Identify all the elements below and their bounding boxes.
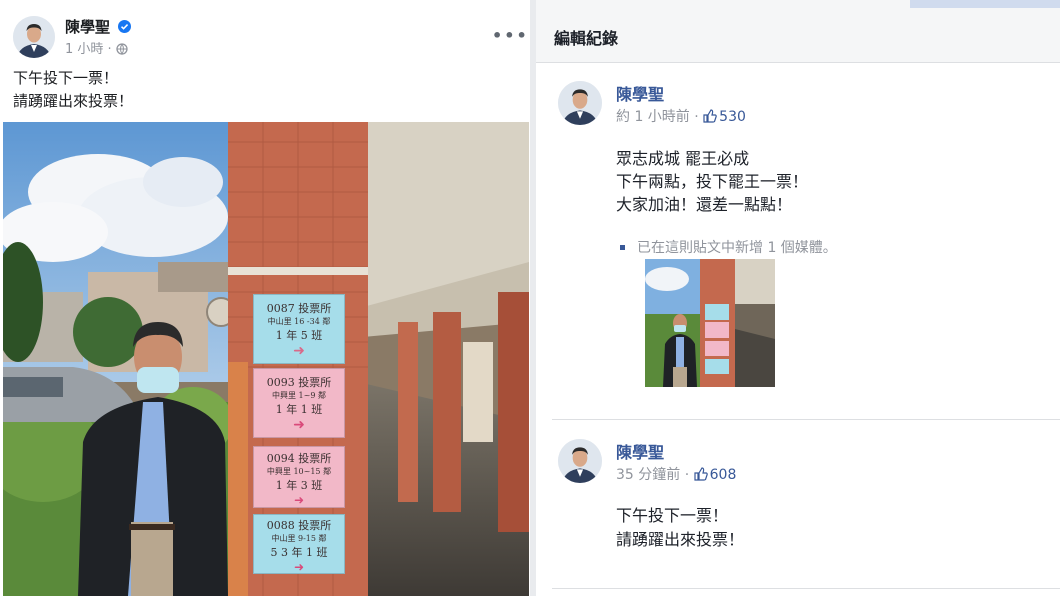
polling-sign: 0093 投票所 中興里 1~9 鄰 1 年 1 班 ➜	[253, 368, 345, 438]
media-thumbnail-scene	[645, 259, 775, 387]
globe-icon	[116, 43, 128, 59]
bullet-icon	[620, 245, 625, 250]
media-thumbnail[interactable]	[645, 259, 775, 387]
sign-line: 0088 投票所	[266, 519, 332, 532]
like-thumb-icon	[694, 467, 708, 481]
like-count[interactable]: 530	[719, 109, 746, 125]
entry-text-line: 下午投下一票！	[616, 506, 729, 525]
post-timestamp[interactable]: 1 小時	[65, 42, 103, 57]
post-text-line: 請踴躍出來投票！	[13, 92, 134, 110]
post-photo[interactable]: 0087 投票所 中山里 16 -34 鄰 1 年 5 班 ➜ 0093 投票所…	[3, 122, 529, 596]
entry-divider	[552, 588, 1060, 589]
like-thumb-icon	[703, 109, 717, 123]
like-count[interactable]: 608	[710, 467, 737, 483]
sign-line: 0087 投票所	[266, 302, 332, 315]
polling-sign: 0088 投票所 中山里 9-15 鄰 5 3 年 1 班 ➜	[253, 514, 345, 574]
sign-line: 1 年 1 班	[275, 403, 323, 416]
sign-line: 5 3 年 1 班	[270, 546, 328, 559]
sign-line: 1 年 3 班	[275, 479, 323, 492]
entry-divider	[552, 419, 1060, 420]
entry-avatar[interactable]	[558, 81, 602, 125]
entry-timestamp: 35 分鐘前 ·	[616, 467, 690, 483]
sign-line: 中興里 10~15 鄰	[266, 467, 332, 476]
post-text: 下午投下一票！ 請踴躍出來投票！	[13, 67, 133, 113]
entry-text: 眾志成城 罷王必成 下午兩點，投下罷王一票！ 大家加油！還差一點點！	[616, 147, 808, 216]
author-avatar[interactable]	[13, 16, 55, 58]
entry-text-line: 大家加油！還差一點點！	[616, 195, 793, 214]
scroll-hint-bar	[910, 0, 1060, 8]
left-post: 陳學聖 1 小時 · ••• 下午投下一票！ 請踴躍出來投票！ 0087 投票所…	[0, 0, 530, 596]
entry-text-line: 請踴躍出來投票！	[616, 530, 745, 549]
edit-history-panel: 編輯紀錄 陳學聖 約 1 小時前 · 530 眾志成城 罷王必成 下午兩點，投下…	[536, 0, 1060, 596]
entry-meta: 35 分鐘前 · 608	[616, 464, 736, 484]
sign-line: 0093 投票所	[266, 376, 332, 389]
dialog-title: 編輯紀錄	[554, 29, 619, 48]
entry-author[interactable]: 陳學聖	[616, 81, 664, 105]
entry-meta: 約 1 小時前 · 530	[616, 106, 746, 126]
sign-line: 中山里 16 -34 鄰	[267, 317, 331, 326]
arrow-icon: ➜	[293, 417, 305, 433]
post-text-line: 下午投下一票！	[13, 69, 119, 87]
entry-text-line: 下午兩點，投下罷王一票！	[616, 172, 809, 191]
arrow-icon: ➜	[293, 560, 305, 574]
more-options-button[interactable]: •••	[492, 26, 529, 45]
entry-author[interactable]: 陳學聖	[616, 439, 664, 463]
entry-avatar[interactable]	[558, 439, 602, 483]
sign-line: 中興里 1~9 鄰	[272, 391, 326, 400]
entry-timestamp: 約 1 小時前 ·	[616, 109, 699, 125]
sign-line: 中山里 9-15 鄰	[271, 534, 327, 543]
polling-sign: 0094 投票所 中興里 10~15 鄰 1 年 3 班 ➜	[253, 446, 345, 508]
polling-sign: 0087 投票所 中山里 16 -34 鄰 1 年 5 班 ➜	[253, 294, 345, 364]
dialog-header: 編輯紀錄	[536, 8, 1060, 63]
dialog-body: 陳學聖 約 1 小時前 · 530 眾志成城 罷王必成 下午兩點，投下罷王一票！…	[536, 63, 1060, 596]
author-name[interactable]: 陳學聖	[65, 18, 110, 36]
arrow-icon: ➜	[293, 343, 305, 359]
media-note-text: 已在這則貼文中新增 1 個媒體。	[637, 240, 837, 256]
post-meta: 1 小時 ·	[65, 38, 128, 59]
arrow-icon: ➜	[293, 493, 305, 507]
post-header: 陳學聖	[65, 16, 132, 37]
sign-line: 1 年 5 班	[275, 329, 323, 342]
entry-text: 下午投下一票！ 請踴躍出來投票！	[616, 504, 744, 552]
media-note: 已在這則貼文中新增 1 個媒體。	[620, 237, 837, 257]
entry-text-line: 眾志成城 罷王必成	[616, 149, 750, 168]
verified-badge-icon	[118, 18, 132, 37]
sign-line: 0094 投票所	[266, 452, 332, 465]
